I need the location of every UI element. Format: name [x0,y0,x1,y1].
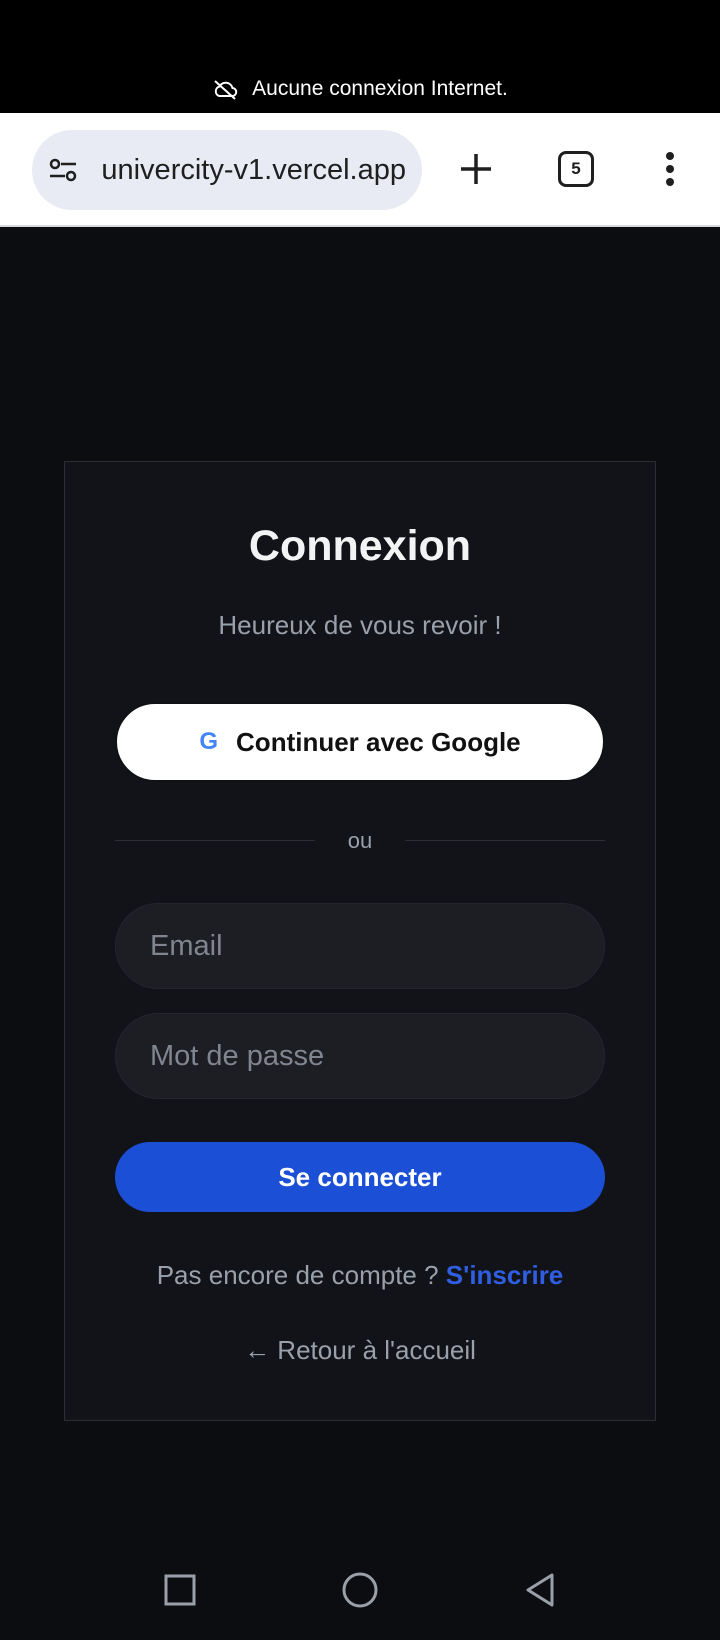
back-icon [526,1573,554,1607]
page-subtitle: Heureux de vous revoir ! [218,610,502,640]
google-button-label: Continuer avec Google [236,726,521,757]
plus-icon [461,154,491,184]
more-vert-icon [666,152,674,186]
google-icon: G [199,728,219,755]
back-home-link[interactable]: ← Retour à l'accueil [65,1335,655,1366]
home-icon [342,1572,378,1608]
google-signin-button[interactable]: G Continuer avec Google [115,702,605,782]
signup-link[interactable]: S'inscrire [446,1260,563,1290]
recents-button[interactable] [158,1568,202,1612]
tune-icon[interactable] [48,157,78,183]
no-connection-message: Aucune connexion Internet. [252,77,508,100]
no-account-text: Pas encore de compte ? [156,1260,439,1290]
home-button[interactable] [338,1568,382,1612]
tab-switcher-button[interactable]: 5 [558,151,594,187]
password-field[interactable]: Mot de passe [115,1013,605,1099]
url-text[interactable]: univercity-v1.vercel.app [94,154,422,187]
login-card: Connexion Heureux de vous revoir ! G Con… [64,461,656,1421]
cloud-off-icon [212,79,238,101]
back-button[interactable] [518,1568,562,1612]
login-submit-label: Se connecter [278,1161,442,1192]
divider-line-right [405,840,605,841]
login-submit-button[interactable]: Se connecter [115,1142,605,1212]
system-nav-bar [0,1560,720,1630]
browser-toolbar: univercity-v1.vercel.app 5 [0,113,720,227]
or-divider: ou [115,828,605,853]
signup-prompt: Pas encore de compte ? S'inscrire [65,1260,655,1291]
tab-count: 5 [571,159,581,178]
new-tab-button[interactable] [456,149,496,189]
email-field[interactable]: Email [115,903,605,989]
status-bar: Aucune connexion Internet. [0,0,720,113]
recents-icon [164,1574,196,1606]
password-placeholder: Mot de passe [150,1039,325,1072]
email-placeholder: Email [150,929,223,962]
address-bar[interactable]: univercity-v1.vercel.app [32,130,422,210]
page-title: Connexion [248,522,472,570]
browser-menu-button[interactable] [660,149,680,189]
divider-label: ou [347,828,373,853]
